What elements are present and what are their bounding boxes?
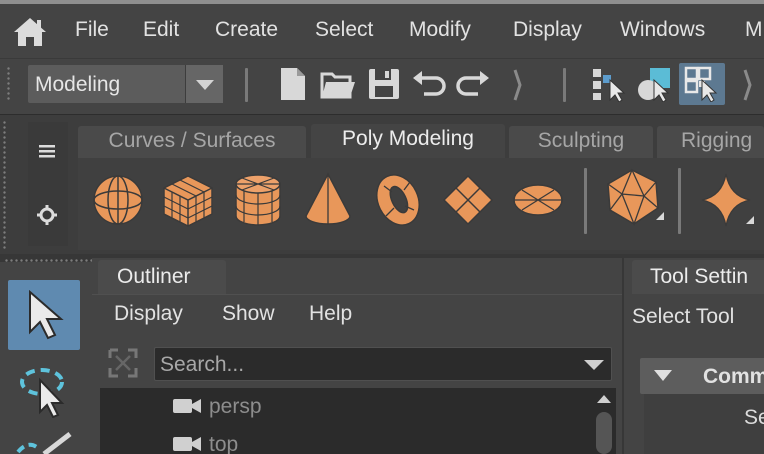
search-placeholder: Search... xyxy=(160,353,245,376)
lasso-tool-icon[interactable] xyxy=(16,362,72,418)
shelf-separator xyxy=(584,168,587,234)
outliner-menu-display[interactable]: Display xyxy=(114,302,183,326)
scroll-thumb[interactable] xyxy=(596,412,612,454)
tool-settings-subtitle: Select Tool xyxy=(632,305,735,328)
poly-cylinder-icon[interactable] xyxy=(230,170,286,230)
outliner-tab-label: Outliner xyxy=(117,265,191,288)
poly-cube-icon[interactable] xyxy=(160,170,216,230)
menu-set-arrow[interactable] xyxy=(185,65,223,103)
home-icon[interactable] xyxy=(12,15,48,49)
chevron-down-icon xyxy=(196,80,214,90)
separator xyxy=(563,68,566,102)
separator xyxy=(245,68,248,102)
poly-disc-icon[interactable] xyxy=(510,170,566,230)
common-settings-label: Comm xyxy=(703,365,764,388)
shelf-separator xyxy=(678,168,681,234)
gear-icon[interactable] xyxy=(36,204,58,226)
chevron-down-icon[interactable] xyxy=(580,352,608,376)
menu-file[interactable]: File xyxy=(75,18,109,42)
tab-sculpting[interactable]: Sculpting xyxy=(509,126,653,158)
undo-icon[interactable] xyxy=(410,66,446,102)
chevron-down-icon xyxy=(654,370,672,381)
outliner-menu-help[interactable]: Help xyxy=(309,302,352,326)
menu-select[interactable]: Select xyxy=(315,18,373,42)
select-hierarchy-icon[interactable] xyxy=(590,66,626,102)
platonic-solid-icon[interactable] xyxy=(604,166,664,230)
tab-rigging[interactable]: Rigging xyxy=(657,126,764,158)
common-settings-text: Se xyxy=(744,406,764,429)
select-object-icon[interactable] xyxy=(636,66,672,102)
camera-icon xyxy=(173,437,201,451)
outliner-item-persp[interactable]: persp xyxy=(209,395,262,419)
collapse-arrow-icon[interactable] xyxy=(510,68,524,102)
super-shape-icon[interactable] xyxy=(700,170,760,232)
select-arrow-icon[interactable] xyxy=(24,290,66,340)
poly-torus-icon[interactable] xyxy=(370,170,426,230)
select-component-icon[interactable] xyxy=(684,66,720,102)
menu-display[interactable]: Display xyxy=(513,18,582,42)
save-scene-icon[interactable] xyxy=(366,66,402,102)
outliner-menu-show[interactable]: Show xyxy=(222,302,275,326)
open-scene-icon[interactable] xyxy=(320,66,356,102)
new-scene-icon[interactable] xyxy=(275,66,311,102)
paint-select-tool-icon[interactable] xyxy=(14,432,74,454)
status-line-grip[interactable] xyxy=(6,66,11,102)
poly-plane-icon[interactable] xyxy=(440,170,496,230)
shelf-grip[interactable] xyxy=(2,120,7,250)
redo-icon[interactable] xyxy=(456,66,492,102)
tab-poly-modeling[interactable]: Poly Modeling xyxy=(311,124,505,158)
poly-cone-icon[interactable] xyxy=(300,170,356,230)
menu-windows[interactable]: Windows xyxy=(620,18,705,42)
tab-curves-surfaces[interactable]: Curves / Surfaces xyxy=(78,126,306,158)
tool-settings-tab-label: Tool Settin xyxy=(650,265,749,288)
camera-icon xyxy=(173,399,201,413)
shelf-menu-icon[interactable] xyxy=(36,140,58,162)
menu-edit[interactable]: Edit xyxy=(143,18,179,42)
menu-create[interactable]: Create xyxy=(215,18,278,42)
menu-modify[interactable]: Modify xyxy=(409,18,471,42)
filter-selection-icon[interactable] xyxy=(106,346,140,380)
menu-set-label: Modeling xyxy=(35,73,121,96)
outliner-item-top[interactable]: top xyxy=(209,433,238,454)
poly-sphere-icon[interactable] xyxy=(90,170,146,230)
scroll-up-icon[interactable] xyxy=(594,392,614,406)
menu-more[interactable]: M xyxy=(745,18,763,42)
collapse-arrow-icon[interactable] xyxy=(740,68,754,102)
